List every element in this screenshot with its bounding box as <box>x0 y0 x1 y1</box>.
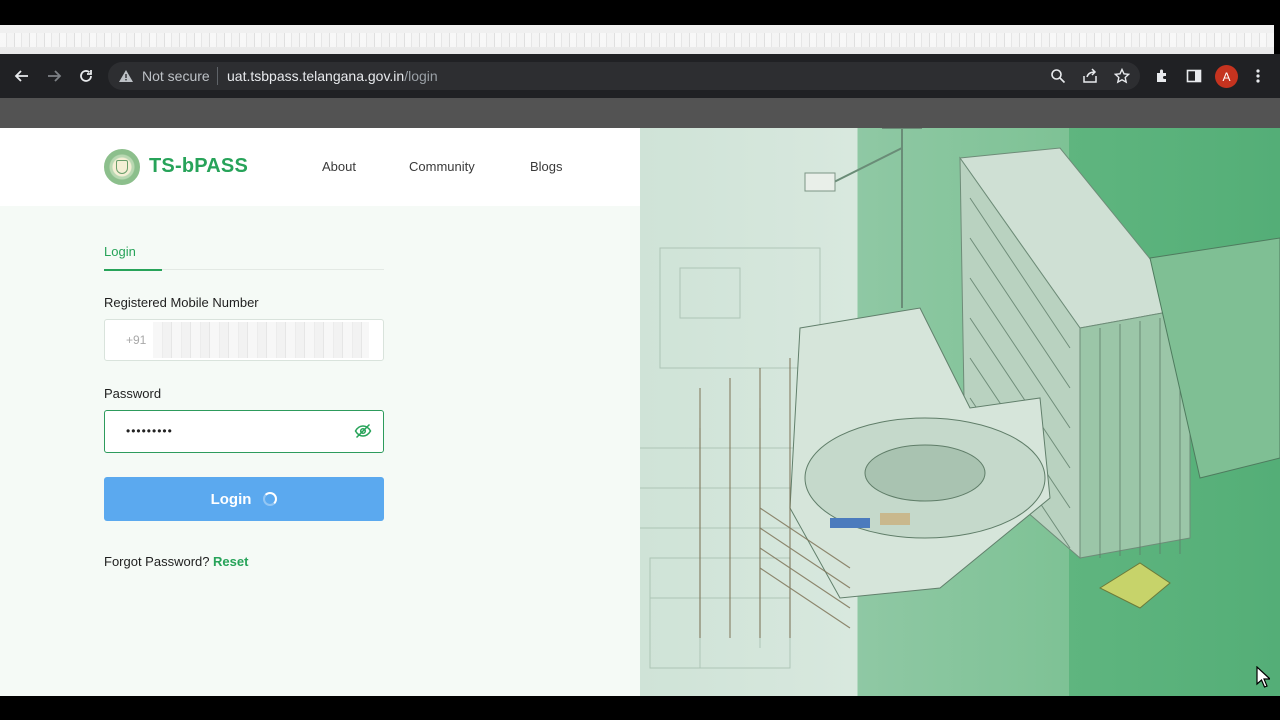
tab-login[interactable]: Login <box>104 244 136 259</box>
login-button-label: Login <box>210 490 252 508</box>
reload-icon[interactable] <box>74 64 98 88</box>
emblem-detail <box>116 160 128 174</box>
address-separator <box>217 67 218 85</box>
forward-icon[interactable] <box>42 64 66 88</box>
password-label: Password <box>104 386 162 401</box>
zoom-icon[interactable] <box>1048 66 1068 86</box>
tab-active-indicator <box>104 269 162 271</box>
back-icon[interactable] <box>10 64 34 88</box>
page-top-band <box>0 98 1280 128</box>
mouse-cursor-icon <box>1256 665 1272 693</box>
menu-icon[interactable] <box>1248 66 1268 86</box>
brand-name[interactable]: TS-bPASS <box>149 155 248 178</box>
mobile-label: Registered Mobile Number <box>104 295 259 310</box>
letterbox-edge <box>1274 25 1280 54</box>
extensions-icon[interactable] <box>1152 66 1172 86</box>
nav-blogs[interactable]: Blogs <box>530 159 563 174</box>
password-mask: ••••••••• <box>126 424 173 438</box>
nav-about[interactable]: About <box>322 159 356 174</box>
browser-tabstrip <box>0 25 1274 54</box>
reset-password-link[interactable]: Reset <box>213 554 248 569</box>
url-host: uat.tsbpass.telangana.gov.in <box>227 68 405 84</box>
country-code-prefix: +91 <box>126 333 147 347</box>
warning-icon[interactable] <box>118 68 134 84</box>
forgot-password-text: Forgot Password? <box>104 554 210 569</box>
eye-hidden-icon[interactable] <box>354 423 372 439</box>
nav-community[interactable]: Community <box>409 159 475 174</box>
loading-spinner-icon <box>263 492 278 506</box>
letterbox-bottom <box>0 696 1280 720</box>
login-button[interactable]: Login <box>104 477 384 521</box>
letterbox-top <box>0 0 1280 25</box>
share-icon[interactable] <box>1080 66 1100 86</box>
redacted-mobile-number <box>153 322 369 358</box>
url-text[interactable]: uat.tsbpass.telangana.gov.in/login <box>227 68 438 84</box>
hero-building-image <box>640 128 1280 696</box>
hero-illustration <box>640 128 1280 669</box>
bookmark-star-icon[interactable] <box>1112 66 1132 86</box>
profile-avatar[interactable]: A <box>1215 65 1238 88</box>
side-panel-icon[interactable] <box>1184 66 1204 86</box>
security-status[interactable]: Not secure <box>142 68 210 84</box>
url-path: /login <box>404 68 438 84</box>
